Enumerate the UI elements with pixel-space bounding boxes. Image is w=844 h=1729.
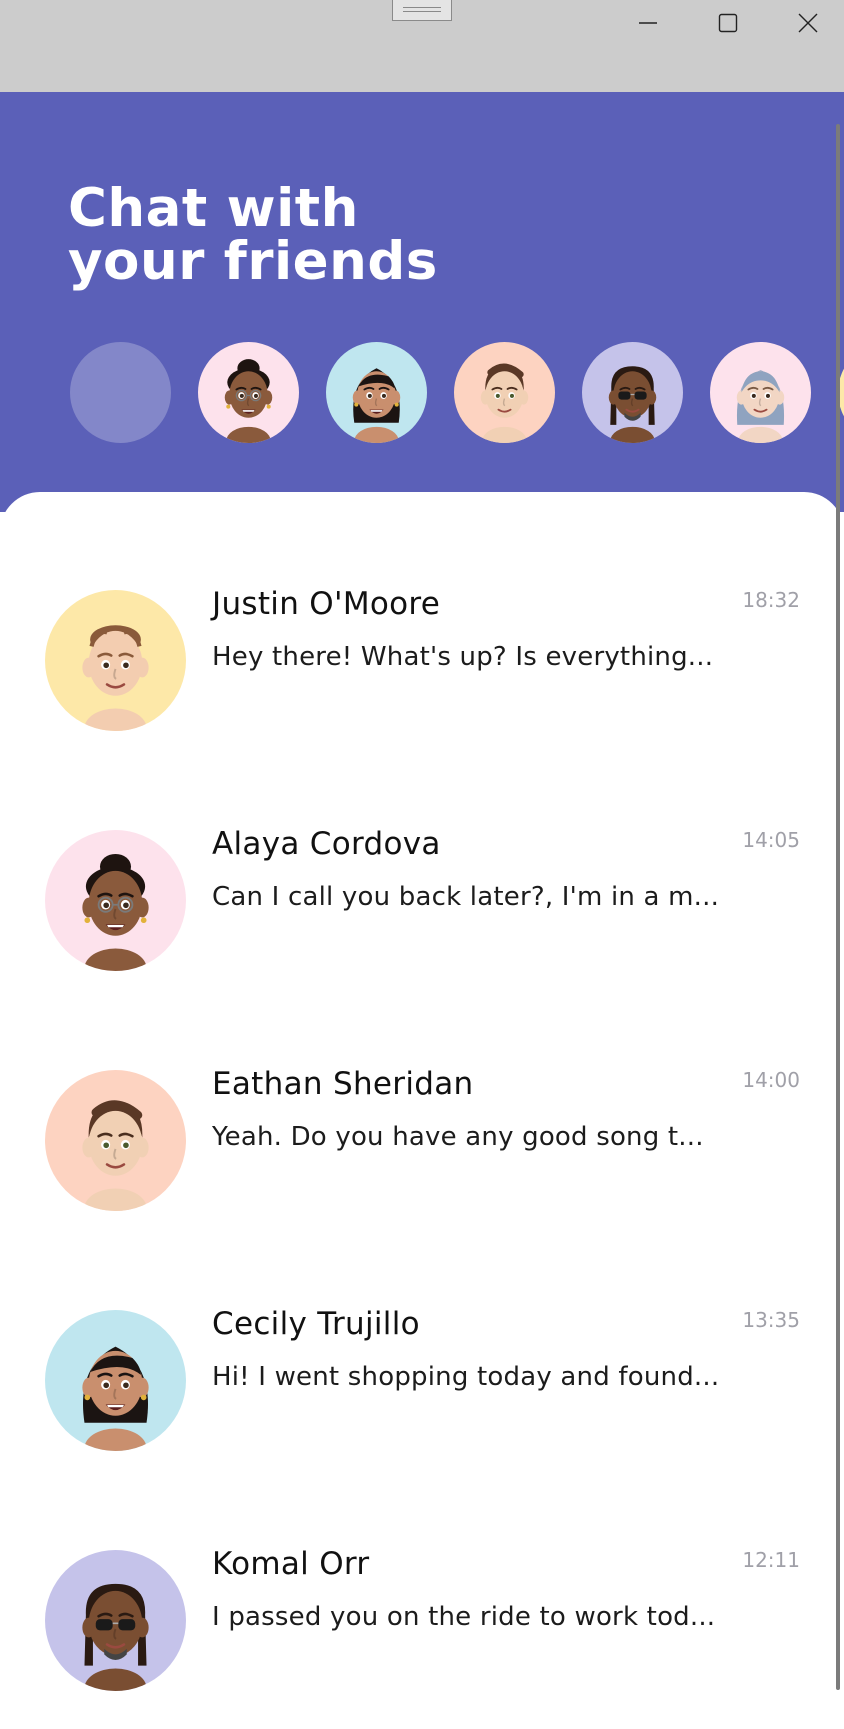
- contact-name: Komal Orr: [212, 1546, 370, 1582]
- add-story-placeholder: [70, 342, 171, 443]
- story-komal[interactable]: [582, 342, 683, 443]
- message-preview: Can I call you back later?, I'm in a m..…: [212, 882, 720, 912]
- message-timestamp: 14:00: [742, 1068, 800, 1092]
- message-timestamp: 18:32: [742, 588, 800, 612]
- page-title-line-1: Chat with: [68, 178, 359, 239]
- minimize-button[interactable]: [608, 0, 688, 46]
- message-timestamp: 14:05: [742, 828, 800, 852]
- contact-name: Cecily Trujillo: [212, 1306, 420, 1342]
- avatar: [45, 1070, 186, 1211]
- header: Chat with your friends: [0, 92, 844, 512]
- close-button[interactable]: [768, 0, 844, 46]
- chat-list: Justin O'Moore Hey there! What's up? Is e…: [0, 492, 844, 1729]
- chat-list-item[interactable]: Komal Orr I passed you on the ride to wor…: [0, 1546, 830, 1710]
- contact-name: Eathan Sheridan: [212, 1066, 474, 1102]
- message-preview: I passed you on the ride to work tod...: [212, 1602, 716, 1632]
- contact-name: Justin O'Moore: [212, 586, 441, 622]
- chat-list-item[interactable]: Cecily Trujillo Hi! I went shopping today…: [0, 1306, 830, 1470]
- story-cecily[interactable]: [326, 342, 427, 443]
- close-icon: [797, 12, 819, 34]
- chat-list-item[interactable]: Eathan Sheridan Yeah. Do you have any goo…: [0, 1066, 830, 1230]
- page-title-line-2: your friends: [68, 231, 438, 292]
- avatar: [45, 1310, 186, 1451]
- message-preview: Hi! I went shopping today and found...: [212, 1362, 720, 1392]
- avatar: [326, 342, 427, 443]
- drag-handle[interactable]: [392, 0, 452, 21]
- add-story[interactable]: [70, 342, 171, 443]
- scrollbar-thumb[interactable]: [836, 124, 840, 1690]
- story-row: [70, 342, 844, 444]
- avatar: [582, 342, 683, 443]
- avatar: [198, 342, 299, 443]
- avatar: [710, 342, 811, 443]
- maximize-button[interactable]: [688, 0, 768, 46]
- story-alaya[interactable]: [198, 342, 299, 443]
- avatar: [45, 590, 186, 731]
- maximize-icon: [718, 13, 738, 33]
- page-title: Chat with your friends: [68, 182, 438, 288]
- avatar: [45, 830, 186, 971]
- message-timestamp: 13:35: [742, 1308, 800, 1332]
- contact-name: Alaya Cordova: [212, 826, 441, 862]
- message-timestamp: 12:11: [742, 1548, 800, 1572]
- message-preview: Hey there! What's up? Is everything...: [212, 642, 714, 672]
- window-titlebar[interactable]: [0, 0, 844, 92]
- avatar: [45, 1550, 186, 1691]
- message-preview: Yeah. Do you have any good song t...: [212, 1122, 704, 1152]
- chat-list-item[interactable]: Alaya Cordova Can I call you back later?,…: [0, 826, 830, 990]
- avatar: [454, 342, 555, 443]
- minimize-icon: [638, 13, 658, 33]
- story-hijab[interactable]: [710, 342, 811, 443]
- story-eathan[interactable]: [454, 342, 555, 443]
- chat-list-item[interactable]: Justin O'Moore Hey there! What's up? Is e…: [0, 586, 830, 750]
